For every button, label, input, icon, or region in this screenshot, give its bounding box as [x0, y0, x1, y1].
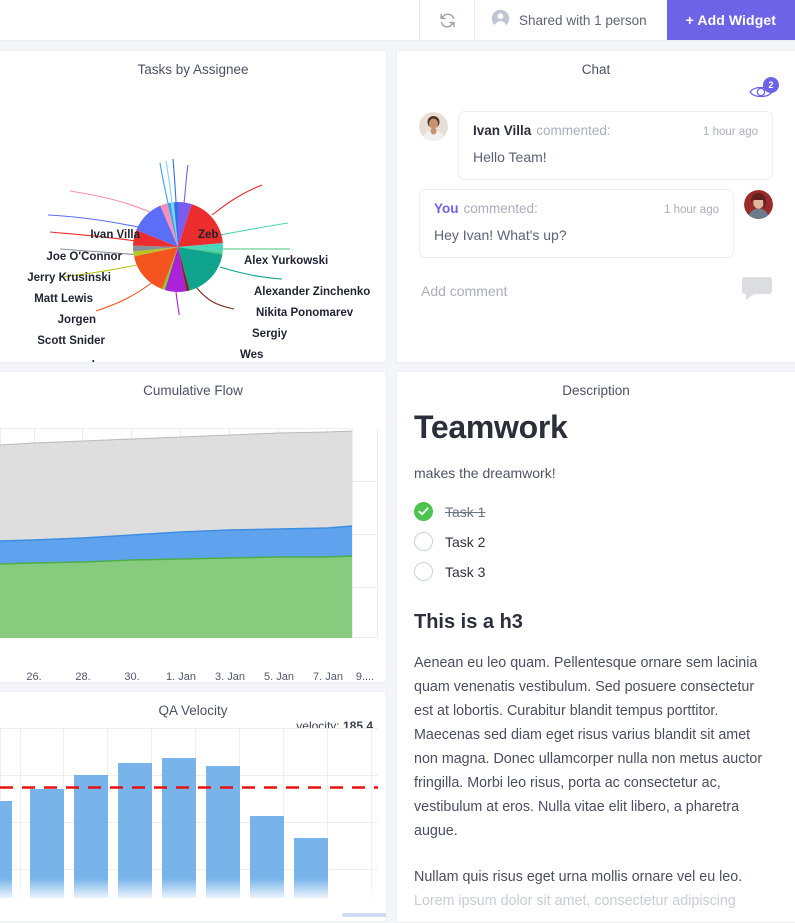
todo-label: Task 2	[445, 533, 486, 550]
add-comment-input[interactable]	[419, 281, 741, 300]
cf-x-tick: 1. Jan	[166, 671, 196, 683]
qa-velocity-svg	[0, 728, 378, 898]
chat-panel: Chat 2 Ivan Villa commented: 1 hour ago …	[396, 50, 795, 363]
qa-velocity-panel: QA Velocity velocity: 185.4	[0, 691, 387, 922]
page-title: Teamwork	[414, 409, 568, 445]
pie-label-alex-yurkowski: Alex Yurkowski	[244, 255, 329, 267]
top-bar-spacer	[0, 0, 419, 40]
shared-with-button[interactable]: Shared with 1 person	[474, 0, 667, 40]
avatar	[419, 112, 448, 141]
cf-x-tick: 3. Jan	[215, 671, 245, 683]
refresh-button[interactable]	[419, 0, 474, 40]
pie-label-jorgen: Jorgen	[57, 314, 96, 326]
cumulative-flow-title: Cumulative Flow	[143, 383, 243, 398]
description-paragraph: Lorem ipsum dolor sit amet, consectetur …	[414, 893, 736, 909]
pie-label-jerry-krusinski: Jerry Krusinski	[27, 272, 111, 284]
description-body: Teamwork makes the dreamwork! Task 1 Tas…	[397, 409, 795, 913]
pie-label-matt-lewis: Matt Lewis	[34, 293, 93, 305]
chat-bubble: You commented: 1 hour ago Hey Ivan! What…	[419, 189, 734, 258]
qa-velocity-title: QA Velocity	[158, 703, 228, 718]
pie-label-joe-oconnor: Joe O'Connor	[46, 251, 122, 263]
shared-with-label: Shared with 1 person	[519, 12, 647, 28]
chat-timestamp: 1 hour ago	[664, 204, 719, 216]
add-widget-label: + Add Widget	[685, 12, 776, 28]
chat-verb: commented:	[536, 123, 611, 138]
cumulative-flow-panel: Cumulative Flow 26. 28. 30. 1. Jan 3. Ja…	[0, 371, 387, 683]
list-item[interactable]: Task 3	[414, 562, 775, 581]
cf-x-tick: 7. Jan	[313, 671, 343, 683]
cf-x-tick: 28. Dec	[75, 671, 91, 683]
list-item[interactable]: Task 1	[414, 502, 775, 521]
section-heading: This is a h3	[414, 611, 523, 633]
chat-bubble-header: You commented: 1 hour ago	[434, 201, 719, 216]
todo-label: Task 1	[445, 503, 486, 520]
cumulative-flow-svg	[0, 428, 378, 638]
cf-x-tick: 30. Dec	[124, 671, 140, 683]
description-subheading: makes the dreamwork!	[414, 465, 556, 481]
person-avatar-icon	[491, 9, 510, 31]
add-widget-button[interactable]: + Add Widget	[666, 0, 795, 40]
chat-author: Ivan Villa	[473, 123, 532, 138]
avatar	[744, 190, 773, 219]
description-paragraph: Nullam quis risus eget urna mollis ornar…	[414, 869, 743, 885]
chat-message: Ivan Villa commented: 1 hour ago Hello T…	[397, 111, 795, 180]
chat-bubble-header: Ivan Villa commented: 1 hour ago	[473, 123, 758, 138]
pie-label-sergiy: Sergiy	[252, 328, 288, 340]
description-panel: Description Teamwork makes the dreamwork…	[396, 371, 795, 923]
comment-bubble-icon[interactable]	[741, 275, 773, 306]
chat-message: You commented: 1 hour ago Hey Ivan! What…	[397, 189, 795, 258]
chat-timestamp: 1 hour ago	[703, 126, 758, 138]
checkbox-empty-icon[interactable]	[414, 562, 433, 581]
cumulative-flow-chart[interactable]: 26. Dec 28. Dec 30. Dec 1. Jan 3. Jan 5.…	[0, 398, 386, 682]
tasks-by-assignee-panel: Tasks by Assignee Zeb Alex Yurkowski Ale…	[0, 50, 387, 363]
description-panel-title: Description	[562, 383, 630, 398]
chat-body: Hello Team!	[473, 149, 547, 165]
pie-label-scott-snider: unnamed-green	[44, 360, 130, 362]
cf-x-tick: 9....	[355, 671, 375, 683]
todo-list: Task 1 Task 2 Task 3	[414, 502, 775, 581]
pie-label-wes: Wes	[240, 349, 264, 361]
pie-label-nikita-ponomarev: Nikita Ponomarev	[256, 307, 354, 319]
todo-label: Task 3	[445, 563, 486, 580]
watchers-row: 2	[397, 77, 795, 111]
cf-x-tick: 5. Jan	[264, 671, 294, 683]
checkbox-checked-icon[interactable]	[414, 502, 433, 521]
watchers-count-badge: 2	[763, 77, 779, 93]
chat-bubble: Ivan Villa commented: 1 hour ago Hello T…	[458, 111, 773, 180]
cf-x-tick: 26. Dec	[26, 671, 42, 683]
refresh-icon	[439, 12, 456, 29]
add-comment-row	[397, 267, 795, 306]
chat-author: You	[434, 201, 459, 216]
pie-label-ivan-villa: Ivan Villa	[90, 229, 140, 241]
list-item[interactable]: Task 2	[414, 532, 775, 551]
chat-panel-title: Chat	[581, 62, 611, 77]
pie-label-nenad-mercep: Scott Snider	[37, 335, 105, 347]
pie-panel-title: Tasks by Assignee	[137, 62, 249, 77]
qa-horizontal-scrollbar[interactable]	[342, 913, 386, 917]
chat-verb: commented:	[463, 201, 538, 216]
chat-body: Hey Ivan! What's up?	[434, 227, 567, 243]
checkbox-empty-icon[interactable]	[414, 532, 433, 551]
description-paragraph: Aenean eu leo quam. Pellentesque ornare …	[414, 655, 763, 839]
top-bar: Shared with 1 person + Add Widget	[0, 0, 795, 41]
pie-label-zeb: Zeb	[198, 229, 219, 241]
qa-velocity-chart[interactable]	[0, 728, 386, 903]
pie-chart[interactable]: Zeb Alex Yurkowski Alexander Zinchenko N…	[0, 77, 386, 362]
pie-label-alexander-zinchenko: Alexander Zinchenko	[254, 286, 371, 298]
